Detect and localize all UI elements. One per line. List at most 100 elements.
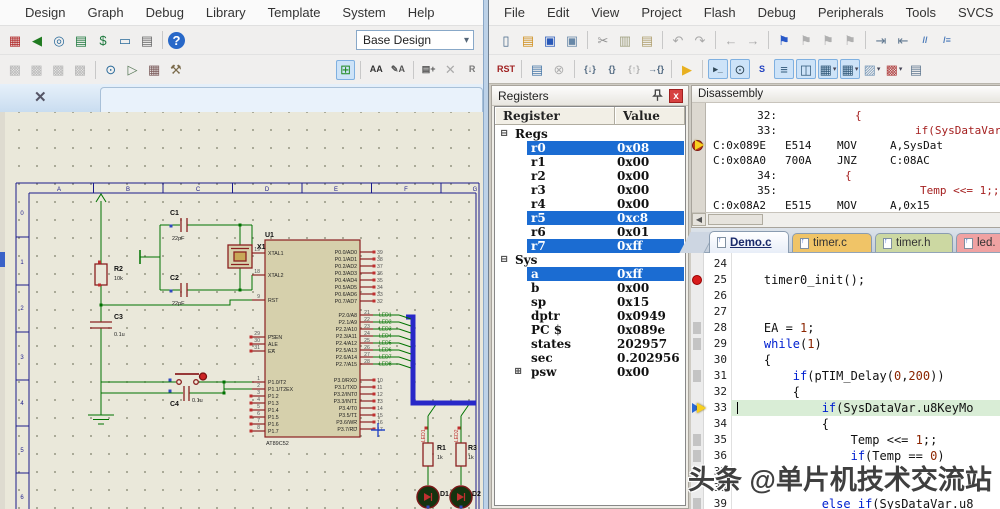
collapse-icon[interactable]: ⊟ [500,253,508,267]
block-delete-icon[interactable]: ▩ [70,60,90,80]
symbol-window-icon[interactable]: ▨ ▾ [862,59,882,79]
register-row-r0[interactable]: r0 0x08 [495,141,685,155]
comment-icon[interactable]: // [915,30,935,50]
simulate-icon[interactable]: ◀ [27,30,47,50]
scrollbar-thumb[interactable] [708,214,763,225]
code-line-28[interactable]: 28 EA = 1; [691,320,1000,336]
proteus-menu-help[interactable]: Help [397,5,446,20]
code-line-30[interactable]: 30 { [691,352,1000,368]
led-d2[interactable] [449,485,473,509]
source-browser-icon[interactable]: S [752,59,772,79]
register-row-r3[interactable]: r3 0x00 [495,183,685,197]
cut-icon[interactable]: ✂ [593,30,613,50]
packaging-tool-icon[interactable]: ▦ [144,60,164,80]
serial-window-icon[interactable]: ≡ [774,59,794,79]
show-next-statement-icon[interactable]: ▤ [527,59,547,79]
block-copy-icon[interactable]: ▩ [5,60,25,80]
bookmark-clear-icon[interactable]: ⚑ [840,30,860,50]
electrical-check-icon[interactable]: ▭ [115,30,135,50]
memory-window-icon[interactable]: ▦ ▾ [840,59,860,79]
world-icon[interactable]: ◎ [49,30,69,50]
scroll-left-icon[interactable]: ◀ [692,213,706,226]
design-sheet-combobox[interactable]: Base Design ▾ [356,30,474,50]
run-icon[interactable]: ▶ [677,59,697,79]
proteus-menu-debug[interactable]: Debug [135,5,195,20]
keil-menu-flash[interactable]: Flash [693,5,747,20]
code-line-25[interactable]: 25 timer0_init(); [691,272,1000,288]
undo-icon[interactable]: ↶ [668,30,688,50]
keil-menu-edit[interactable]: Edit [536,5,580,20]
component-mode-icon[interactable]: ⊞ [335,59,356,80]
reset-icon[interactable]: RST [496,59,516,79]
breakpoint-icon[interactable] [692,275,702,285]
nav-back-icon[interactable]: ← [721,30,741,50]
register-row-r6[interactable]: r6 0x01 [495,225,685,239]
indent-icon[interactable]: ⇥ [871,30,891,50]
code-line-35[interactable]: 35 Temp <<= 1;; [691,432,1000,448]
command-window-icon[interactable]: ▸_ [708,59,728,79]
goto-sheet-icon[interactable]: R [462,60,482,80]
proteus-menu-system[interactable]: System [331,5,396,20]
close-tab-icon[interactable]: ✕ [34,88,47,106]
uncomment-icon[interactable]: /≡ [937,30,957,50]
code-line-31[interactable]: 31 if(pTIM_Delay(0,200)) [691,368,1000,384]
editor-tab-led[interactable]: led. [956,233,1000,252]
register-group-regs[interactable]: ⊟ Regs [495,127,685,141]
register-row-r4[interactable]: r4 0x00 [495,197,685,211]
register-row-b[interactable]: b 0x00 [495,281,685,295]
design-explorer-icon[interactable]: ▤ [71,30,91,50]
disassembly-line[interactable]: C:0x089E E514 MOV A,SysDat [705,138,1000,153]
step-into-icon[interactable]: {↓} [580,59,600,79]
disassembly-line[interactable]: 35: Temp <<= 1;; [705,183,1000,198]
proteus-menu-graph[interactable]: Graph [76,5,134,20]
register-row-dptr[interactable]: dptr 0x0949 [495,309,685,323]
schematic-canvas[interactable]: ABCDEFG0123456 19 XTAL1 18 XTAL2 9 RST 2… [5,112,483,509]
analysis-window-icon[interactable]: ◫ [796,59,816,79]
new-sheet-icon[interactable]: ▤+ [419,60,439,80]
code-line-33[interactable]: 33 if(SysDataVar.u8KeyMo [691,400,1000,416]
pin-icon[interactable] [651,89,664,102]
register-row-sp[interactable]: sp 0x15 [495,295,685,309]
code-line-24[interactable]: 24 [691,256,1000,272]
close-icon[interactable]: x [669,89,683,103]
save-icon[interactable]: ▣ [540,30,560,50]
zoom-area-icon[interactable]: ⊙ [101,60,121,80]
toolbox-icon[interactable]: ▩ ▾ [884,59,904,79]
new-file-icon[interactable]: ▯ [496,30,516,50]
bookmark-icon[interactable]: ⚑ [774,30,794,50]
run-to-cursor-icon[interactable]: →{} [646,59,666,79]
proteus-menu-design[interactable]: Design [14,5,76,20]
code-line-32[interactable]: 32 { [691,384,1000,400]
keil-menu-peripherals[interactable]: Peripherals [807,5,895,20]
disassembly-line[interactable]: C:0x08A2 E515 MOV A,0x15 [705,198,1000,213]
horizontal-scrollbar[interactable]: ◀ [692,212,1000,227]
stop-debug-icon[interactable]: ⊗ [549,59,569,79]
bookmark-next-icon[interactable]: ⚑ [796,30,816,50]
collapse-icon[interactable]: ⊟ [500,127,508,141]
nav-forward-icon[interactable]: → [743,30,763,50]
keil-menu-project[interactable]: Project [630,5,692,20]
register-row-r1[interactable]: r1 0x00 [495,155,685,169]
outdent-icon[interactable]: ⇤ [893,30,913,50]
keil-menu-debug[interactable]: Debug [747,5,807,20]
save-all-icon[interactable]: ▣ [562,30,582,50]
code-line-27[interactable]: 27 [691,304,1000,320]
register-row-psw[interactable]: ⊞ psw 0x00 [495,365,685,379]
decompose-icon[interactable]: ⚒ [166,60,186,80]
step-over-icon[interactable]: {} [602,59,622,79]
copy-icon[interactable]: ▥ [615,30,635,50]
paste-icon[interactable]: ▤ [637,30,657,50]
keil-menu-tools[interactable]: Tools [895,5,947,20]
column-header-register[interactable]: Register [495,107,615,125]
keil-menu-svcs[interactable]: SVCS [947,5,1000,20]
edit-component-icon[interactable]: ▦ [5,30,25,50]
led-d1[interactable] [416,485,440,509]
property-assignment-icon[interactable]: ✎A [388,60,408,80]
proteus-menu-library[interactable]: Library [195,5,257,20]
register-row-a[interactable]: a 0xff [495,267,685,281]
register-row-r5[interactable]: r5 0xc8 [495,211,685,225]
make-device-icon[interactable]: ▷ [123,60,143,80]
block-move-icon[interactable]: ▩ [27,60,47,80]
proteus-menu-template[interactable]: Template [257,5,332,20]
code-line-34[interactable]: 34 { [691,416,1000,432]
